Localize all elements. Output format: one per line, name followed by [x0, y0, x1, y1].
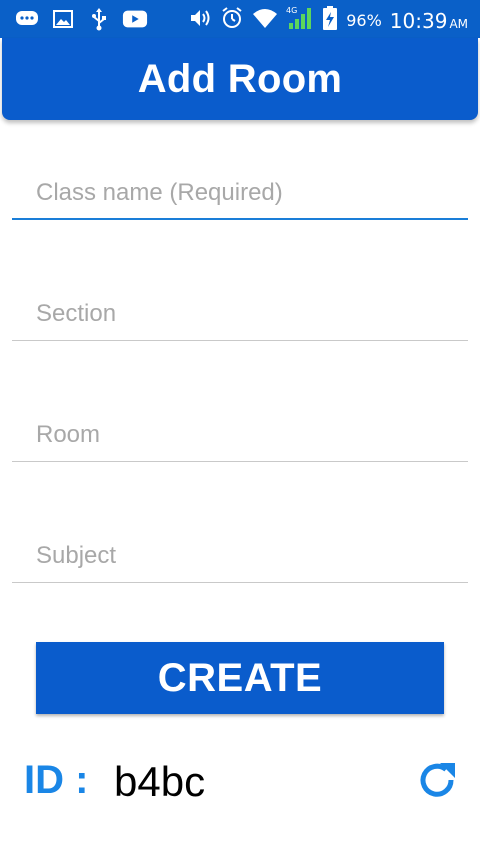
- refresh-id-button[interactable]: [414, 758, 462, 806]
- subject-underline: [12, 582, 468, 583]
- battery-percentage: 96%: [346, 11, 382, 30]
- class-name-input[interactable]: [12, 168, 468, 218]
- room-id-label: ID :: [24, 758, 89, 802]
- create-button[interactable]: CREATE: [36, 642, 444, 714]
- gallery-icon: [50, 6, 76, 32]
- status-bar-notifications: [14, 6, 148, 32]
- clock: 10:39 AM: [390, 9, 468, 33]
- room-input[interactable]: [12, 410, 468, 460]
- status-bar-system: 4G 96% 10:39 AM: [188, 5, 468, 36]
- svg-text:4G: 4G: [286, 6, 297, 15]
- wifi-icon: [252, 7, 278, 34]
- subject-field: [12, 531, 468, 583]
- clock-time: 10:39: [389, 8, 448, 33]
- messaging-icon: [14, 6, 40, 32]
- clock-ampm: AM: [449, 16, 468, 31]
- usb-icon: [86, 6, 112, 32]
- section-field: [12, 289, 468, 341]
- signal-icon: 4G: [286, 5, 314, 36]
- class-name-field: [12, 168, 468, 220]
- youtube-icon: [122, 6, 148, 32]
- refresh-icon: [416, 758, 460, 807]
- subject-input[interactable]: [12, 531, 468, 581]
- alarm-icon: [220, 6, 244, 35]
- class-name-underline: [12, 218, 468, 220]
- volume-icon: [188, 6, 212, 35]
- room-field: [12, 410, 468, 462]
- page-title: Add Room: [137, 56, 343, 101]
- app-bar: Add Room: [2, 38, 478, 120]
- add-room-screen: 4G 96% 10:39 AM Add Room Class name (Req…: [0, 0, 480, 854]
- section-underline: [12, 340, 468, 341]
- battery-charging-icon: [322, 5, 338, 36]
- room-underline: [12, 461, 468, 462]
- room-id-value: b4bc: [114, 758, 206, 805]
- status-bar: 4G 96% 10:39 AM: [0, 0, 480, 38]
- section-input[interactable]: [12, 289, 468, 339]
